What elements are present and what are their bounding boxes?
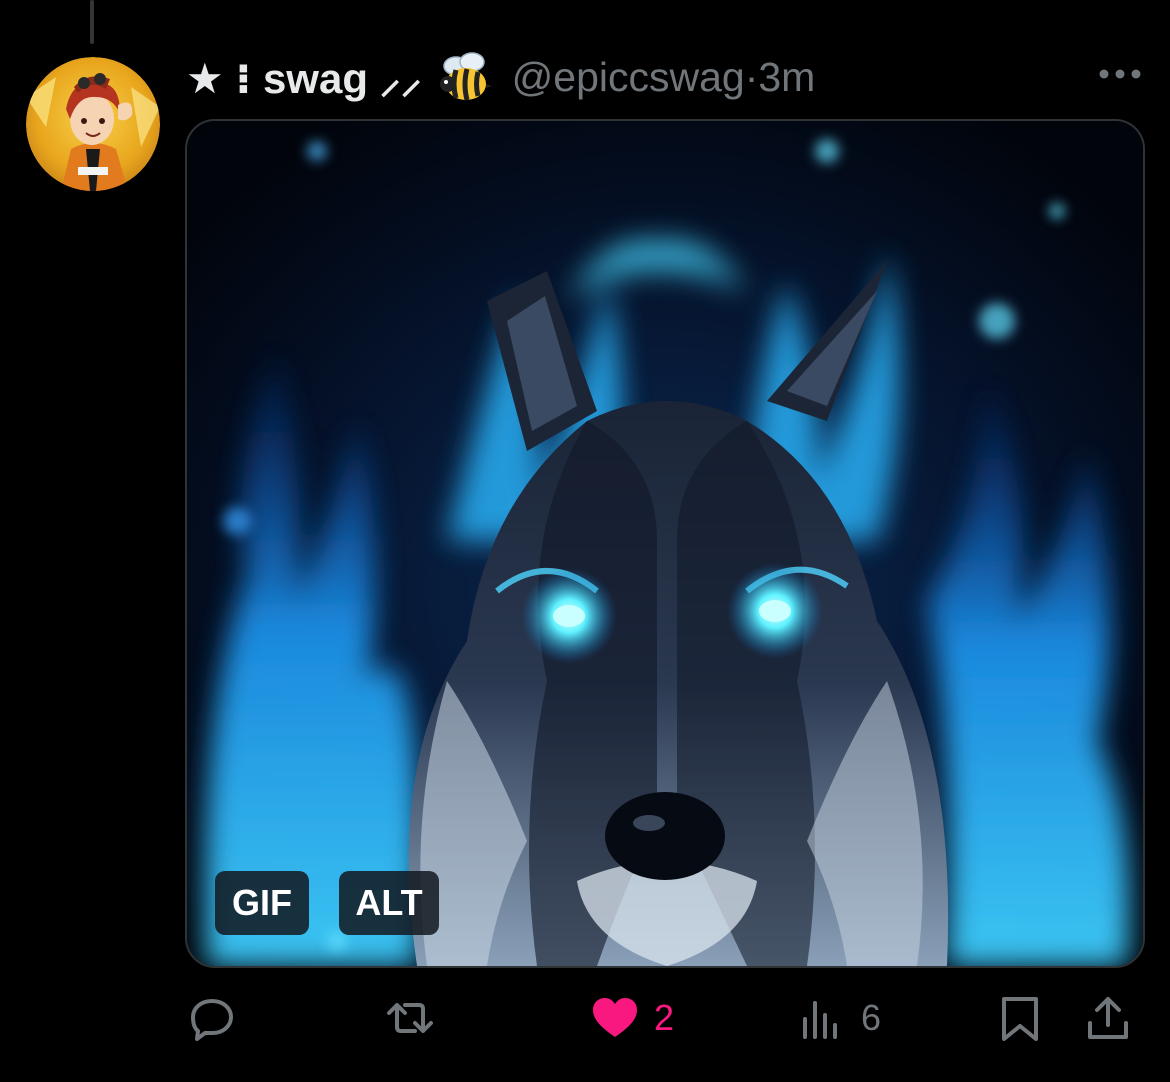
action-bar: 2 6: [185, 985, 1145, 1051]
views-count: 6: [861, 997, 882, 1038]
like-button[interactable]: 2: [590, 985, 674, 1051]
share-upload-icon: [1088, 997, 1128, 1039]
reply-button[interactable]: [187, 985, 251, 1051]
display-name[interactable]: ★ ⁝ swag ⸝⸝: [186, 49, 422, 106]
bookmark-icon: [1002, 997, 1038, 1041]
views-chart-icon: [803, 1001, 837, 1039]
avatar[interactable]: [26, 57, 160, 191]
like-count: 2: [654, 997, 675, 1038]
reply-icon: [191, 999, 233, 1041]
post-time[interactable]: 3m: [758, 54, 815, 100]
gif-badge: GIF: [215, 871, 309, 935]
bookmark-button[interactable]: [995, 985, 1045, 1051]
more-options-icon[interactable]: [1096, 62, 1144, 86]
thread-connector-line: [90, 0, 94, 44]
share-button[interactable]: [1083, 985, 1133, 1051]
tweet-card: ★ ⁝ swag ⸝⸝ @epiccswag·3m GIF ALT 2 6: [0, 0, 1170, 1082]
wolf-gif-image: [187, 121, 1143, 966]
user-handle[interactable]: @epiccswag·3m: [512, 54, 816, 101]
media-gif[interactable]: GIF ALT: [185, 119, 1145, 968]
heart-filled-icon: [593, 998, 637, 1037]
retweet-icon: [387, 1003, 433, 1033]
alt-text-button[interactable]: ALT: [339, 871, 439, 935]
tweet-header: ★ ⁝ swag ⸝⸝ @epiccswag·3m: [186, 44, 1150, 110]
handle-text: @epiccswag: [511, 53, 745, 100]
meta-separator: ·: [744, 53, 759, 100]
views-button[interactable]: 6: [797, 985, 881, 1051]
avatar-image: [26, 57, 160, 191]
retweet-button[interactable]: [385, 985, 449, 1051]
bee-icon: [436, 48, 494, 106]
